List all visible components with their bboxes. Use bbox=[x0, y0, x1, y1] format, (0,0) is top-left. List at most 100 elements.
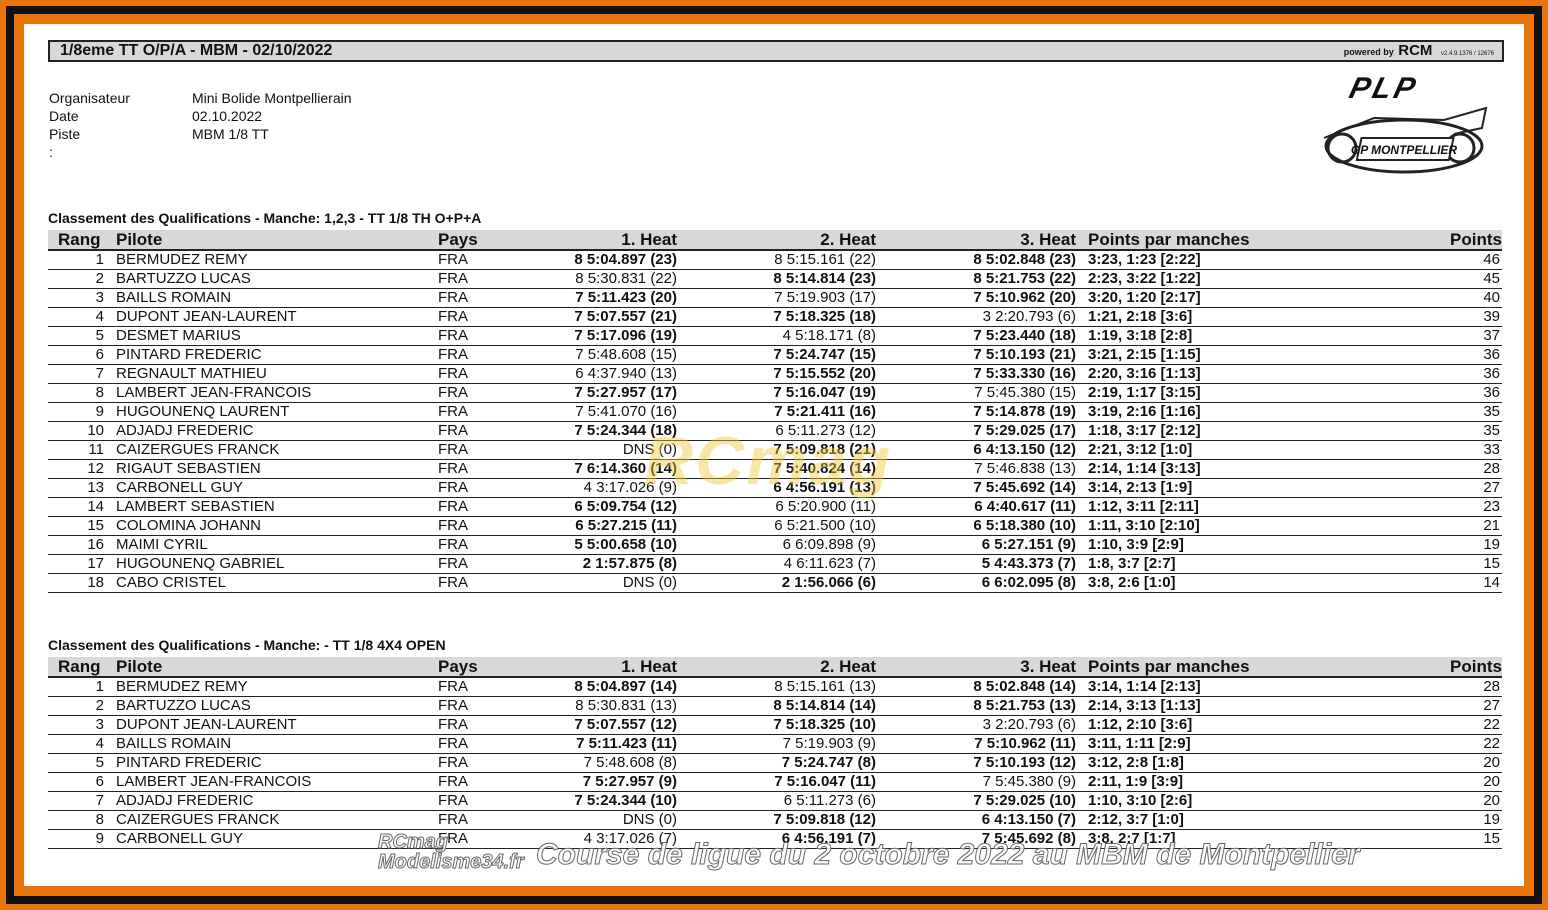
heat3-cell: 3 2:20.793 (6) bbox=[982, 716, 1076, 733]
rang-cell: 6 bbox=[95, 773, 104, 790]
rang-cell: 2 bbox=[95, 270, 104, 287]
heat3-cell: 6 5:18.380 (10) bbox=[973, 517, 1076, 534]
pilote-cell: CAIZERGUES FRANCK bbox=[116, 441, 280, 458]
col-pays: Pays bbox=[438, 230, 478, 249]
heat3-cell: 7 5:10.962 (11) bbox=[974, 735, 1076, 752]
points-cell: 19 bbox=[1483, 536, 1500, 553]
heat3-cell: 6 4:13.150 (7) bbox=[981, 811, 1076, 828]
pilote-cell: PINTARD FREDERIC bbox=[116, 346, 262, 363]
heat2-cell: 8 5:14.814 (23) bbox=[773, 270, 876, 287]
points-cell: 28 bbox=[1483, 678, 1500, 695]
heat2-cell: 4 5:18.171 (8) bbox=[782, 327, 876, 344]
points-manches-cell: 2:20, 3:16 [1:13] bbox=[1088, 365, 1201, 382]
points-cell: 33 bbox=[1483, 441, 1500, 458]
points-cell: 21 bbox=[1483, 517, 1500, 534]
col-heat3: 3. Heat bbox=[1020, 657, 1076, 676]
caption-watermark: Course de ligue du 2 octobre 2022 au MBM… bbox=[535, 838, 1360, 872]
powered-by: powered by RCM v2.4.9.1376 / 12676 bbox=[1343, 42, 1494, 59]
points-cell: 27 bbox=[1483, 697, 1500, 714]
heat1-cell: 7 5:41.070 (16) bbox=[575, 403, 677, 420]
pilote-cell: CARBONELL GUY bbox=[116, 479, 243, 496]
table-row: 4 DUPONT JEAN-LAURENT FRA 7 5:07.557 (21) 7 … bbox=[48, 308, 1502, 327]
pilote-cell: ADJADJ FREDERIC bbox=[116, 792, 254, 809]
rang-cell: 16 bbox=[87, 536, 104, 553]
points-cell: 22 bbox=[1483, 735, 1500, 752]
heat2-cell: 8 5:14.814 (14) bbox=[773, 697, 876, 714]
points-cell: 45 bbox=[1483, 270, 1500, 287]
heat2-cell: 7 5:16.047 (19) bbox=[773, 384, 876, 401]
table-row: 6 PINTARD FREDERIC FRA 7 5:48.608 (15) 7 5:2… bbox=[48, 346, 1502, 365]
table-header: Rang Pilote Pays 1. Heat 2. Heat 3. Heat… bbox=[48, 657, 1502, 678]
heat2-cell: 8 5:15.161 (13) bbox=[774, 678, 876, 695]
heat1-cell: 7 5:48.608 (8) bbox=[583, 754, 677, 771]
table-row: 4 BAILLS ROMAIN FRA 7 5:11.423 (11) 7 5:19.9… bbox=[48, 735, 1502, 754]
pilote-cell: BARTUZZO LUCAS bbox=[116, 270, 251, 287]
points-cell: 27 bbox=[1483, 479, 1500, 496]
heat1-cell: 7 5:11.423 (11) bbox=[576, 735, 677, 752]
rang-cell: 6 bbox=[95, 346, 104, 363]
col-points-manches: Points par manches bbox=[1088, 230, 1250, 249]
pays-cell: FRA bbox=[438, 678, 468, 695]
heat1-cell: 8 5:04.897 (23) bbox=[574, 251, 677, 268]
section2-table: Rang Pilote Pays 1. Heat 2. Heat 3. Heat… bbox=[48, 657, 1502, 849]
points-manches-cell: 1:10, 3:10 [2:6] bbox=[1088, 792, 1193, 809]
col-rang: Rang bbox=[58, 657, 101, 676]
col-heat1: 1. Heat bbox=[621, 657, 677, 676]
points-manches-cell: 3:8, 2:6 [1:0] bbox=[1088, 574, 1176, 591]
heat3-cell: 7 5:45.692 (14) bbox=[973, 479, 1076, 496]
col-points: Points bbox=[1450, 230, 1502, 249]
heat2-cell: 2 1:56.066 (6) bbox=[781, 574, 876, 591]
points-manches-cell: 2:19, 1:17 [3:15] bbox=[1088, 384, 1201, 401]
rang-cell: 18 bbox=[87, 574, 104, 591]
pilote-cell: DUPONT JEAN-LAURENT bbox=[116, 716, 297, 733]
pilote-cell: ADJADJ FREDERIC bbox=[116, 422, 254, 439]
rcmag-watermark: RCmag bbox=[644, 423, 893, 499]
heat1-cell: 7 5:27.957 (17) bbox=[574, 384, 677, 401]
pilote-cell: LAMBERT JEAN-FRANCOIS bbox=[116, 384, 312, 401]
heat3-cell: 6 5:27.151 (9) bbox=[981, 536, 1076, 553]
rang-cell: 13 bbox=[87, 479, 104, 496]
pays-cell: FRA bbox=[438, 422, 468, 439]
points-manches-cell: 3:21, 2:15 [1:15] bbox=[1088, 346, 1201, 363]
points-cell: 36 bbox=[1483, 384, 1500, 401]
heat3-cell: 5 4:43.373 (7) bbox=[981, 555, 1076, 572]
rang-cell: 7 bbox=[95, 365, 104, 382]
heat3-cell: 7 5:23.440 (18) bbox=[973, 327, 1076, 344]
points-manches-cell: 3:14, 2:13 [1:9] bbox=[1088, 479, 1193, 496]
pays-cell: FRA bbox=[438, 555, 468, 572]
heat2-cell: 7 5:09.818 (12) bbox=[773, 811, 876, 828]
pays-cell: FRA bbox=[438, 384, 468, 401]
pays-cell: FRA bbox=[438, 754, 468, 771]
pays-cell: FRA bbox=[438, 735, 468, 752]
section1-title: Classement des Qualifications - Manche: … bbox=[48, 210, 482, 226]
gp-montpellier-logo: GP MONTPELLIER bbox=[1323, 106, 1488, 174]
heat3-cell: 7 5:14.878 (19) bbox=[973, 403, 1076, 420]
pilote-cell: BAILLS ROMAIN bbox=[116, 735, 232, 752]
table-row: 15 COLOMINA JOHANN FRA 6 5:27.215 (11) 6 5:2… bbox=[48, 517, 1502, 536]
pays-cell: FRA bbox=[438, 327, 468, 344]
heat2-cell: 4 6:11.623 (7) bbox=[783, 555, 876, 572]
pays-cell: FRA bbox=[438, 346, 468, 363]
svg-text:GP MONTPELLIER: GP MONTPELLIER bbox=[1351, 143, 1458, 157]
heat1-cell: 5 5:00.658 (10) bbox=[574, 536, 677, 553]
points-manches-cell: 3:12, 2:8 [1:8] bbox=[1088, 754, 1184, 771]
rang-cell: 3 bbox=[95, 716, 104, 733]
col-points: Points bbox=[1450, 657, 1502, 676]
col-pays: Pays bbox=[438, 657, 478, 676]
table-row: 2 BARTUZZO LUCAS FRA 8 5:30.831 (22) 8 5:14.… bbox=[48, 270, 1502, 289]
col-pilote: Pilote bbox=[116, 230, 163, 249]
pilote-cell: HUGOUNENQ LAURENT bbox=[116, 403, 290, 420]
col-heat1: 1. Heat bbox=[621, 230, 677, 249]
heat2-cell: 7 5:21.411 (16) bbox=[774, 403, 876, 420]
pilote-cell: PINTARD FREDERIC bbox=[116, 754, 262, 771]
table-row: 18 CABO CRISTEL FRA DNS (0) 2 1:56.066 (6) 6 … bbox=[48, 574, 1502, 593]
col-heat2: 2. Heat bbox=[820, 230, 876, 249]
heat1-cell: 7 5:17.096 (19) bbox=[574, 327, 677, 344]
pays-cell: FRA bbox=[438, 811, 468, 828]
rang-cell: 1 bbox=[95, 251, 104, 268]
pays-cell: FRA bbox=[438, 460, 468, 477]
heat2-cell: 7 5:24.747 (8) bbox=[781, 754, 876, 771]
heat1-cell: 8 5:04.897 (14) bbox=[574, 678, 677, 695]
heat2-cell: 7 5:24.747 (15) bbox=[773, 346, 876, 363]
pilote-cell: MAIMI CYRIL bbox=[116, 536, 208, 553]
